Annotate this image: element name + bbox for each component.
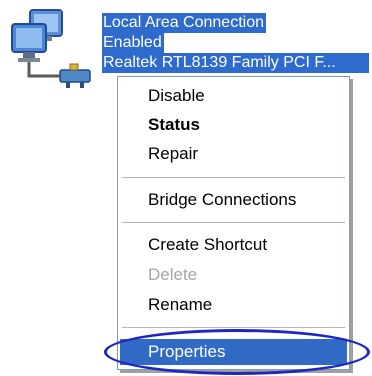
menu-item-delete: Delete bbox=[148, 265, 198, 284]
connection-status: Enabled bbox=[102, 33, 164, 53]
menu-separator bbox=[122, 222, 345, 224]
menu-item-disable[interactable]: Disable bbox=[120, 83, 347, 109]
menu-item-repair[interactable]: Repair bbox=[120, 141, 347, 167]
connection-name: Local Area Connection bbox=[102, 13, 266, 33]
menu-item-rename[interactable]: Rename bbox=[120, 292, 347, 318]
network-computers-icon[interactable] bbox=[6, 6, 98, 92]
annotation-ellipse bbox=[104, 329, 370, 375]
context-menu: Disable Status Repair Bridge Connections… bbox=[117, 76, 350, 370]
menu-item-create-shortcut[interactable]: Create Shortcut bbox=[120, 232, 347, 258]
menu-item-status[interactable]: Status bbox=[120, 112, 347, 138]
menu-item-bridge-connections[interactable]: Bridge Connections bbox=[120, 187, 347, 213]
connection-label[interactable]: Local Area Connection Enabled Realtek RT… bbox=[102, 13, 372, 73]
menu-separator bbox=[122, 177, 345, 179]
connection-device: Realtek RTL8139 Family PCI F... bbox=[102, 53, 369, 73]
